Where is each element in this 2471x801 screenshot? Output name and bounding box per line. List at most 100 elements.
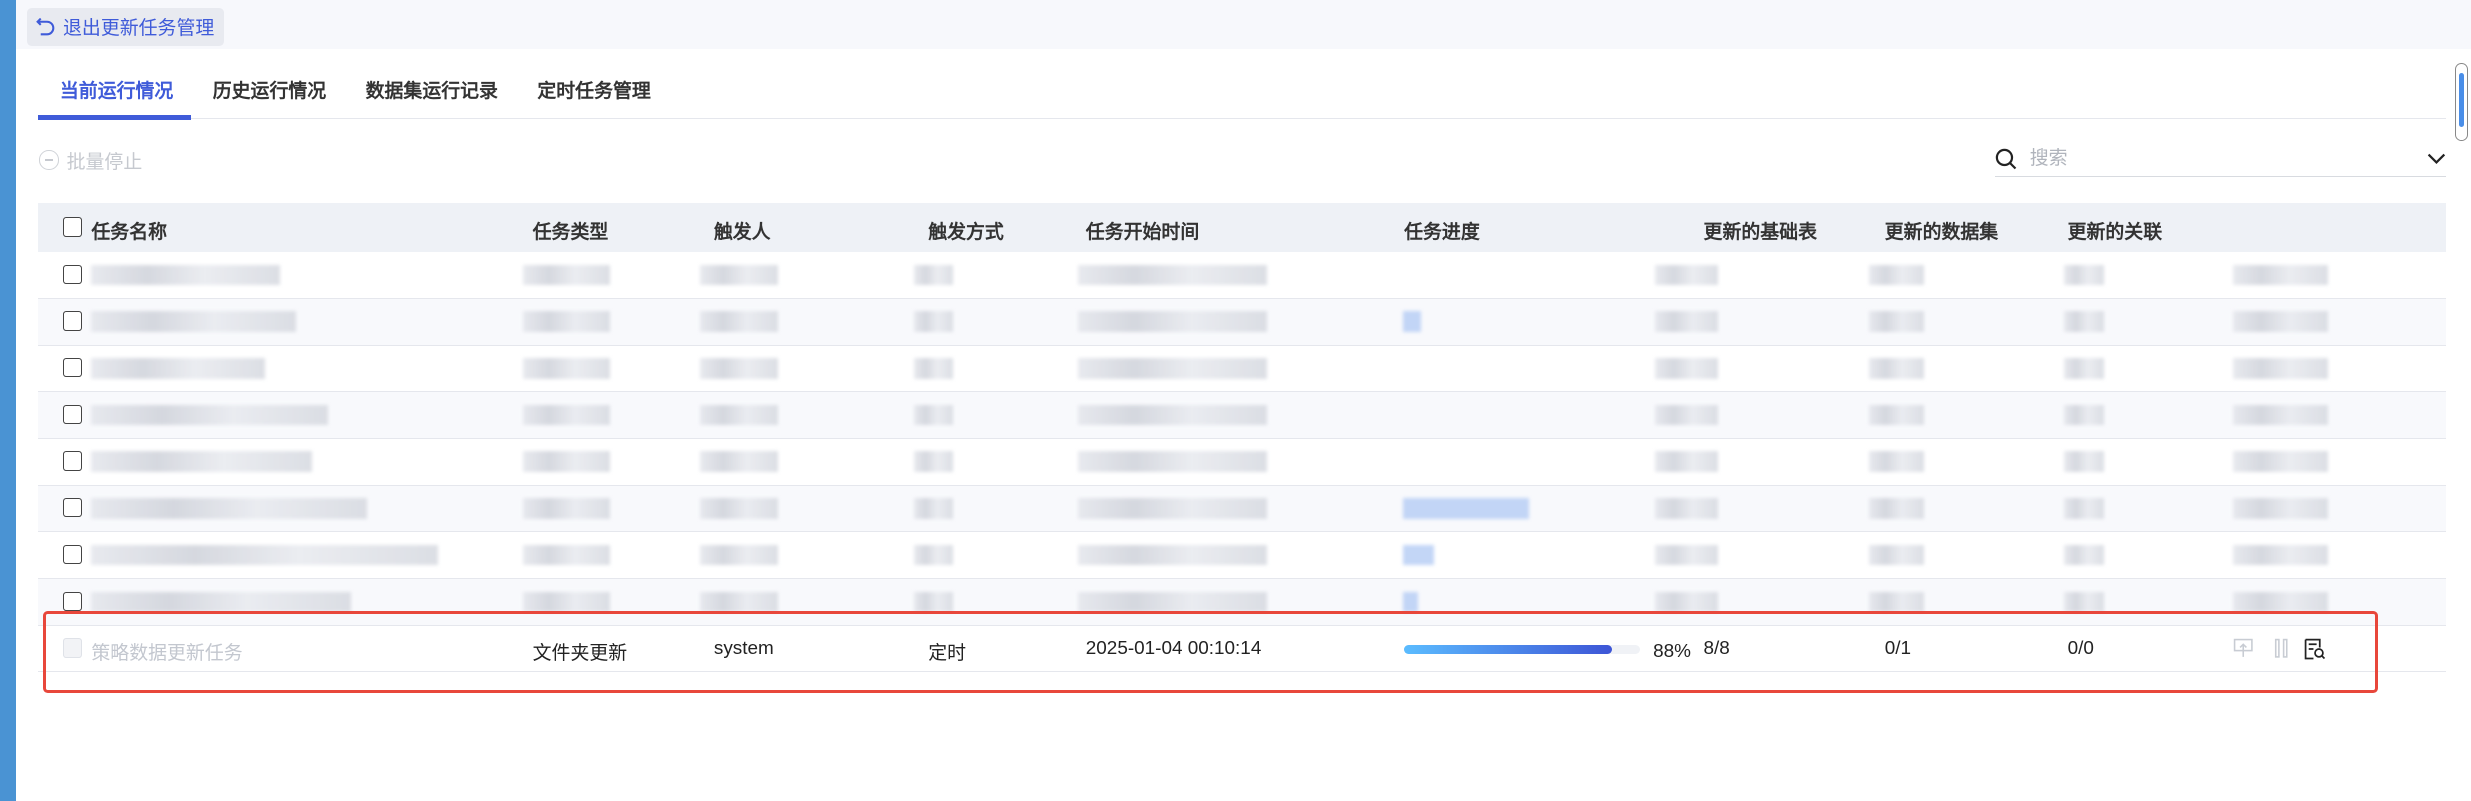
redacted-cell bbox=[2064, 451, 2104, 472]
redacted-cell bbox=[91, 544, 439, 566]
row-checkbox-disabled bbox=[63, 638, 83, 658]
task-name: 策略数据更新任务 bbox=[91, 643, 243, 665]
redacted-cell bbox=[1869, 498, 1925, 519]
redacted-cell bbox=[1869, 404, 1925, 426]
row-checkbox[interactable] bbox=[63, 311, 83, 331]
tab-bar: 当前运行情况 历史运行情况 数据集运行记录 定时任务管理 bbox=[37, 60, 2446, 120]
redacted-cell bbox=[2064, 358, 2104, 379]
redacted-cell bbox=[2064, 311, 2104, 332]
redacted-cell bbox=[1654, 591, 1718, 613]
undo-arrow-icon bbox=[36, 18, 55, 36]
redacted-cell bbox=[1869, 311, 1925, 332]
redacted-cell bbox=[1077, 358, 1267, 379]
table-row-redacted bbox=[37, 298, 2446, 346]
trigger-method: 定时 bbox=[928, 643, 967, 665]
redacted-cell bbox=[914, 544, 954, 566]
redacted-cell bbox=[1077, 404, 1267, 426]
pause-icon[interactable] bbox=[2271, 638, 2291, 658]
table-row-redacted bbox=[37, 578, 2446, 626]
redacted-cell bbox=[91, 591, 352, 613]
search-input[interactable] bbox=[2026, 146, 2427, 172]
col-datasets: 更新的数据集 bbox=[1884, 222, 1999, 244]
exit-update-task-button[interactable]: 退出更新任务管理 bbox=[26, 7, 224, 46]
redacted-cell bbox=[914, 264, 954, 286]
left-accent-strip bbox=[0, 0, 16, 801]
redacted-cell bbox=[523, 451, 610, 472]
redacted-progress bbox=[1402, 544, 1435, 566]
view-log-icon[interactable] bbox=[2304, 638, 2326, 660]
active-tab-indicator bbox=[37, 115, 191, 120]
chevron-down-icon[interactable] bbox=[2427, 153, 2446, 166]
redacted-cell bbox=[699, 358, 779, 379]
redacted-cell bbox=[699, 404, 779, 426]
redacted-cell bbox=[523, 591, 610, 613]
table-header: 任务名称 任务类型 触发人 触发方式 任务开始时间 任务进度 更新的基础表 更新… bbox=[37, 203, 2446, 253]
redacted-cell bbox=[2233, 451, 2328, 472]
redacted-cell bbox=[1654, 264, 1718, 286]
redacted-cell bbox=[2233, 311, 2328, 332]
row-checkbox[interactable] bbox=[63, 498, 83, 518]
tab-history-runs[interactable]: 历史运行情况 bbox=[213, 76, 326, 103]
redacted-cell bbox=[699, 451, 779, 472]
redacted-cell bbox=[1077, 311, 1267, 332]
table-row-redacted bbox=[37, 392, 2446, 439]
col-relations: 更新的关联 bbox=[2067, 222, 2163, 244]
row-checkbox[interactable] bbox=[63, 544, 83, 565]
redacted-cell bbox=[1654, 498, 1718, 519]
redacted-progress bbox=[1402, 311, 1422, 332]
row-checkbox[interactable] bbox=[63, 451, 83, 471]
redacted-cell bbox=[1654, 544, 1718, 566]
redacted-cell bbox=[914, 311, 954, 332]
batch-stop-button[interactable]: 批量停止 bbox=[39, 147, 142, 174]
col-task-type: 任务类型 bbox=[532, 222, 609, 244]
redacted-cell bbox=[2233, 358, 2328, 379]
col-progress: 任务进度 bbox=[1404, 222, 1480, 244]
tab-current-runs[interactable]: 当前运行情况 bbox=[60, 76, 173, 103]
redacted-cell bbox=[1077, 544, 1267, 566]
base-tables-count: 8/8 bbox=[1703, 638, 1730, 660]
upload-icon[interactable] bbox=[2233, 638, 2253, 658]
row-checkbox[interactable] bbox=[63, 264, 83, 285]
progress-label: 88% bbox=[1653, 641, 1691, 663]
redacted-cell bbox=[2233, 591, 2328, 613]
table-row-redacted bbox=[37, 439, 2446, 486]
tab-dataset-run-records[interactable]: 数据集运行记录 bbox=[366, 76, 498, 103]
col-trigger-method: 触发方式 bbox=[928, 222, 1004, 244]
batch-stop-label: 批量停止 bbox=[66, 151, 143, 173]
redacted-cell bbox=[2233, 544, 2328, 566]
datasets-count: 0/1 bbox=[1884, 638, 1912, 660]
redacted-cell bbox=[91, 264, 281, 286]
tab-scheduled-tasks[interactable]: 定时任务管理 bbox=[537, 76, 650, 103]
table-row-redacted bbox=[37, 532, 2446, 579]
start-time: 2025-01-04 00:10:14 bbox=[1085, 638, 1262, 660]
row-checkbox[interactable] bbox=[63, 404, 83, 425]
redacted-cell bbox=[1077, 591, 1267, 613]
redacted-cell bbox=[2233, 264, 2328, 286]
redacted-cell bbox=[1869, 544, 1925, 566]
redacted-cell bbox=[914, 358, 954, 379]
redacted-cell bbox=[523, 544, 610, 566]
task-table: 任务名称 任务类型 触发人 触发方式 任务开始时间 任务进度 更新的基础表 更新… bbox=[37, 203, 2446, 673]
redacted-cell bbox=[1869, 358, 1925, 379]
search-box[interactable] bbox=[1995, 142, 2446, 178]
vertical-scrollbar[interactable] bbox=[2455, 63, 2469, 141]
redacted-cell bbox=[2064, 264, 2104, 286]
col-start-time: 任务开始时间 bbox=[1085, 222, 1200, 244]
exit-label: 退出更新任务管理 bbox=[63, 18, 215, 40]
trigger-user: system bbox=[713, 638, 774, 660]
redacted-cell bbox=[1654, 311, 1718, 332]
redacted-cell bbox=[1654, 404, 1718, 426]
redacted-cell bbox=[1869, 264, 1925, 286]
col-task-name: 任务名称 bbox=[91, 222, 168, 244]
redacted-cell bbox=[1869, 451, 1925, 472]
table-row-redacted bbox=[37, 346, 2446, 393]
redacted-progress bbox=[1402, 591, 1419, 613]
row-checkbox[interactable] bbox=[63, 358, 83, 378]
redacted-cell bbox=[699, 591, 779, 613]
redacted-cell bbox=[2064, 544, 2104, 566]
relations-count: 0/0 bbox=[2067, 638, 2094, 660]
redacted-cell bbox=[91, 404, 328, 426]
redacted-cell bbox=[1077, 451, 1267, 472]
row-checkbox[interactable] bbox=[63, 591, 83, 611]
select-all-checkbox[interactable] bbox=[63, 217, 83, 237]
